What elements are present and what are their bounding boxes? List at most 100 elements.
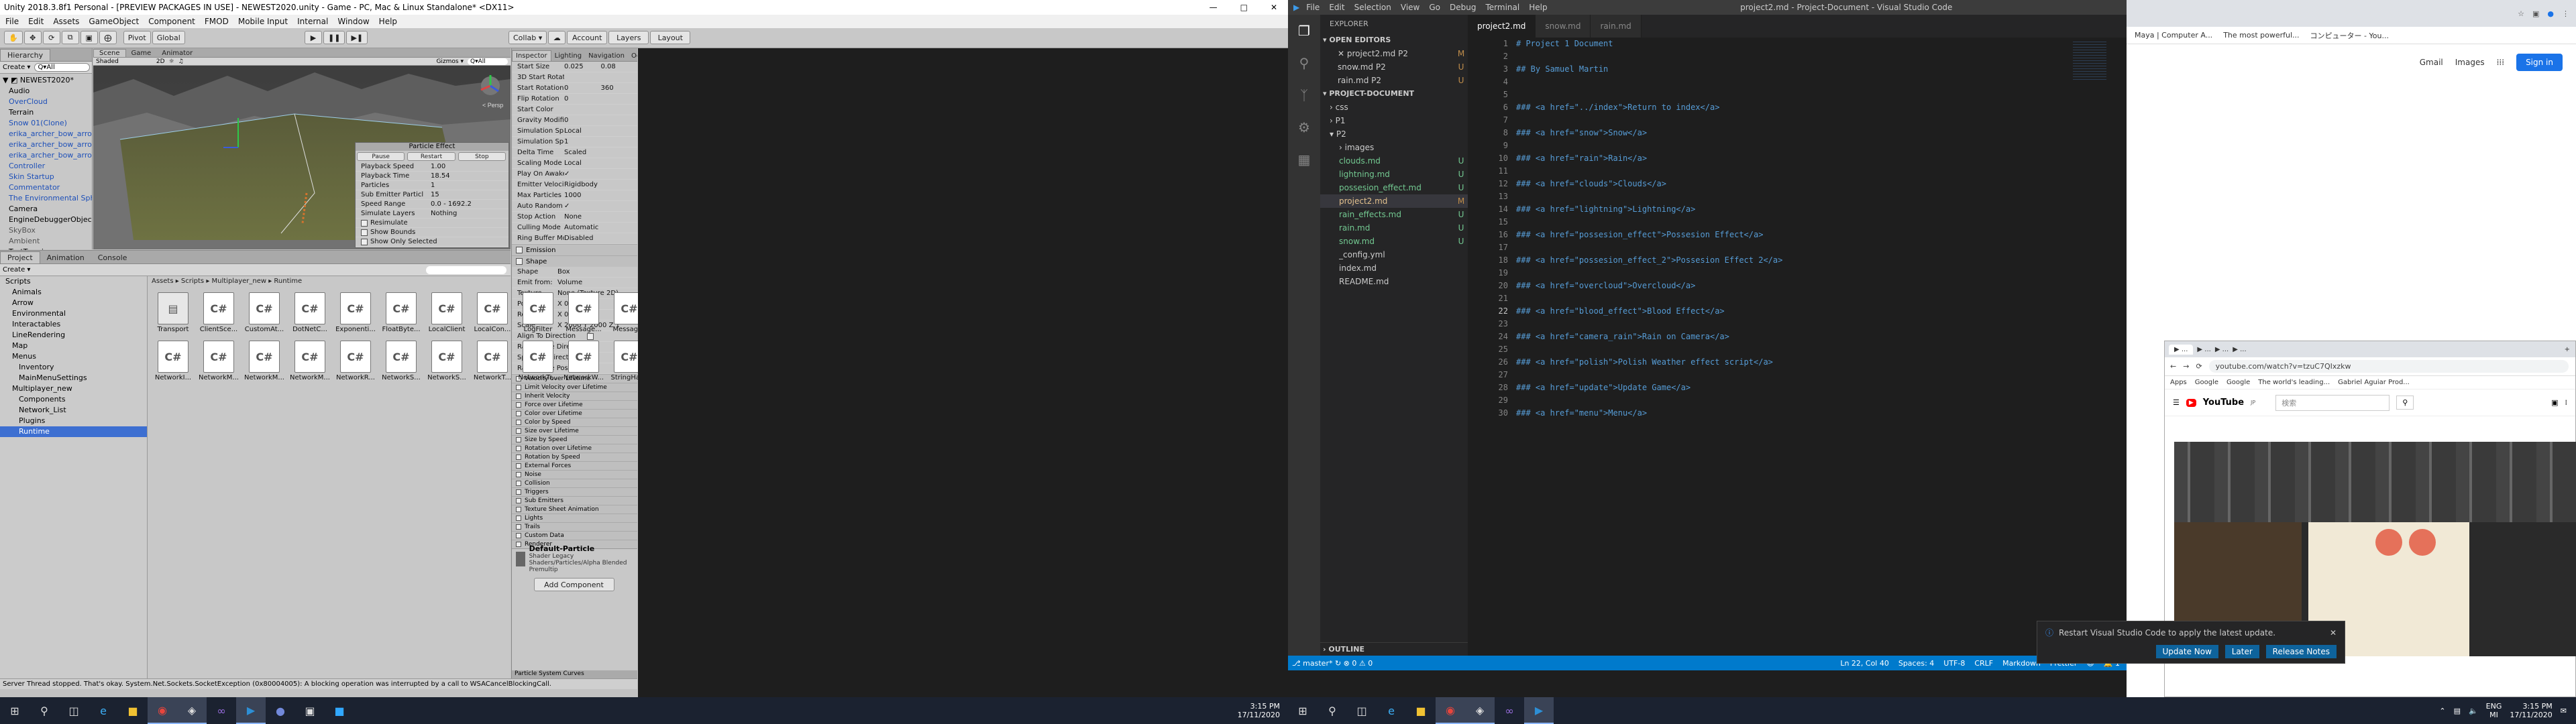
extension-icon[interactable]: ▣	[2532, 9, 2539, 18]
source-control-icon[interactable]: ᛉ	[1288, 79, 1320, 111]
edge-icon[interactable]: e	[1377, 697, 1406, 724]
checkbox[interactable]	[361, 238, 368, 245]
tab-4[interactable]: ▶ ...	[2233, 346, 2246, 353]
asset-item[interactable]: C# NetworkW...	[562, 338, 605, 381]
row-value[interactable]: 15	[428, 191, 508, 198]
code-line[interactable]	[1516, 369, 1782, 381]
vscode-icon[interactable]: ▶	[1524, 697, 1554, 724]
clock-date[interactable]: 17/11/2020	[1238, 711, 1280, 719]
particle-system-curves[interactable]: Particle System Curves	[512, 670, 637, 678]
bookmark-item[interactable]: コンピューター - You...	[2310, 30, 2389, 41]
bookmark-item[interactable]: Apps	[2170, 379, 2187, 386]
task-view-icon[interactable]: ◫	[59, 697, 89, 724]
shading-dropdown[interactable]: Shaded	[96, 58, 119, 65]
extensions-icon[interactable]: ▦	[1288, 143, 1320, 176]
inspector-module[interactable]: Texture Sheet Animation	[512, 505, 637, 514]
inspector-module[interactable]: Lights	[512, 514, 637, 522]
inspector-field[interactable]: Auto Random Seed✓	[512, 201, 637, 212]
layout-dropdown[interactable]: Layout	[650, 31, 691, 44]
images-link[interactable]: Images	[2455, 58, 2485, 67]
row-value[interactable]: Nothing	[428, 210, 508, 217]
yt-search-button-icon[interactable]: ⚲	[2396, 396, 2414, 410]
tab-animation[interactable]: Animation	[40, 252, 91, 263]
asset-item[interactable]: C# LogFilter	[517, 290, 559, 333]
notifications-icon[interactable]: ✉	[2561, 707, 2567, 715]
checkbox[interactable]	[516, 542, 521, 547]
back-icon[interactable]: ←	[2170, 362, 2176, 371]
folder-item[interactable]: Animals	[0, 287, 147, 298]
code-line[interactable]: ### <a href="rain">Rain</a>	[1516, 152, 1782, 165]
code-line[interactable]	[1516, 216, 1782, 229]
code-line[interactable]: ### <a href="lightning">Lightning</a>	[1516, 203, 1782, 216]
open-editors-header[interactable]: ▾ OPEN EDITORS	[1320, 34, 1468, 47]
editor-tab[interactable]: rain.md	[1591, 15, 1642, 38]
tray-up-icon[interactable]: ⌃	[2439, 707, 2445, 715]
checkbox[interactable]	[516, 524, 521, 530]
hierarchy-item[interactable]: Audio	[0, 86, 92, 97]
menu-item[interactable]: Terminal	[1485, 3, 1519, 12]
field-value[interactable]: Volume	[557, 279, 637, 286]
collab-dropdown[interactable]: Collab ▾	[508, 31, 547, 44]
asset-item[interactable]: C# NetworkM...	[288, 338, 331, 381]
menu-item[interactable]: Component	[148, 17, 195, 26]
checkbox[interactable]	[361, 219, 368, 227]
particle-popup-check[interactable]: Show Only Selected	[356, 237, 508, 247]
row-value[interactable]: 18.54	[428, 172, 508, 180]
inspector-module[interactable]: Sub Emitters	[512, 496, 637, 505]
rect-tool-icon[interactable]: ▣	[80, 31, 98, 44]
menu-item[interactable]: Mobile Input	[238, 17, 288, 26]
folder-item[interactable]: Map	[0, 341, 147, 351]
asset-item[interactable]: C# ClientSce...	[197, 290, 240, 333]
checkbox[interactable]	[516, 428, 521, 434]
inspector-module[interactable]: Noise	[512, 470, 637, 479]
field-value[interactable]: Box	[557, 268, 637, 276]
open-editor-item[interactable]: rain.md P2 U	[1320, 74, 1468, 87]
folder-item[interactable]: Environmental	[0, 308, 147, 319]
code-line[interactable]	[1516, 394, 1782, 407]
code-line[interactable]	[1516, 76, 1782, 88]
inspector-field[interactable]: Start Rotation 0 360	[512, 83, 637, 94]
project-breadcrumb[interactable]: Assets ▸ Scripts ▸ Multiplayer_new ▸ Run…	[152, 278, 302, 285]
particle-pause-button[interactable]: Pause	[357, 152, 405, 161]
tab-project[interactable]: Project	[0, 251, 40, 263]
code-line[interactable]	[1516, 114, 1782, 127]
close-notification-icon[interactable]: ✕	[2330, 628, 2337, 638]
reload-icon[interactable]: ⟳	[2196, 362, 2202, 371]
checkbox[interactable]	[516, 472, 521, 477]
menu-item[interactable]: Debug	[1450, 3, 1476, 12]
file-tree-item[interactable]: _config.yml	[1320, 248, 1468, 261]
hierarchy-item[interactable]: erika_archer_bow_arrow@Standing Bl	[0, 150, 92, 161]
bookmark-item[interactable]: The most powerful...	[2223, 31, 2299, 40]
inspector-field[interactable]: Simulation Speed1	[512, 137, 637, 147]
project-search-input[interactable]	[426, 265, 506, 274]
file-tree-item[interactable]: project2.md M	[1320, 194, 1468, 208]
inspector-module[interactable]: Custom Data	[512, 531, 637, 540]
code-line[interactable]: ### <a href="polish">Polish Weather effe…	[1516, 356, 1782, 369]
file-tree-item[interactable]: › css	[1320, 101, 1468, 114]
checkbox[interactable]	[516, 516, 521, 521]
row-value[interactable]: 1	[428, 182, 508, 189]
folder-item[interactable]: Scripts	[0, 276, 147, 287]
apps-icon[interactable]: ⁞	[2565, 398, 2568, 407]
field-value-2[interactable]: 360	[601, 84, 638, 92]
hierarchy-item[interactable]: ▼ ◩ NEWEST2020*	[0, 75, 92, 86]
field-value[interactable]: 1	[564, 138, 601, 145]
menu-item[interactable]: Go	[1429, 3, 1440, 12]
maximize-icon[interactable]: □	[1240, 3, 1248, 12]
hierarchy-item[interactable]: OverCloud	[0, 97, 92, 107]
inspector-field[interactable]: Simulation SpaceLocal	[512, 126, 637, 137]
row-value[interactable]: 0.0 - 1692.2	[428, 200, 508, 208]
shape-field[interactable]: Emit from: Volume	[512, 278, 637, 288]
file-tree-item[interactable]: snow.md U	[1320, 235, 1468, 248]
asset-item[interactable]: C# LocalClient	[425, 290, 468, 333]
folder-item[interactable]: MainMenuSettings	[0, 373, 147, 383]
profile-icon[interactable]: ●	[2547, 9, 2554, 18]
youtube-logo-text[interactable]: YouTube	[2203, 398, 2244, 408]
asset-item[interactable]: C# NetworkR...	[334, 338, 377, 381]
debug-icon[interactable]: ⚙	[1288, 111, 1320, 143]
cloud-icon[interactable]: ☁	[548, 31, 566, 44]
folder-item[interactable]: Inventory	[0, 362, 147, 373]
clock-date[interactable]: 17/11/2020	[2510, 711, 2552, 719]
unity-status-bar[interactable]: Server Thread stopped. That's okay. Syst…	[0, 678, 637, 689]
hand-tool-icon[interactable]: ✋	[4, 31, 23, 44]
